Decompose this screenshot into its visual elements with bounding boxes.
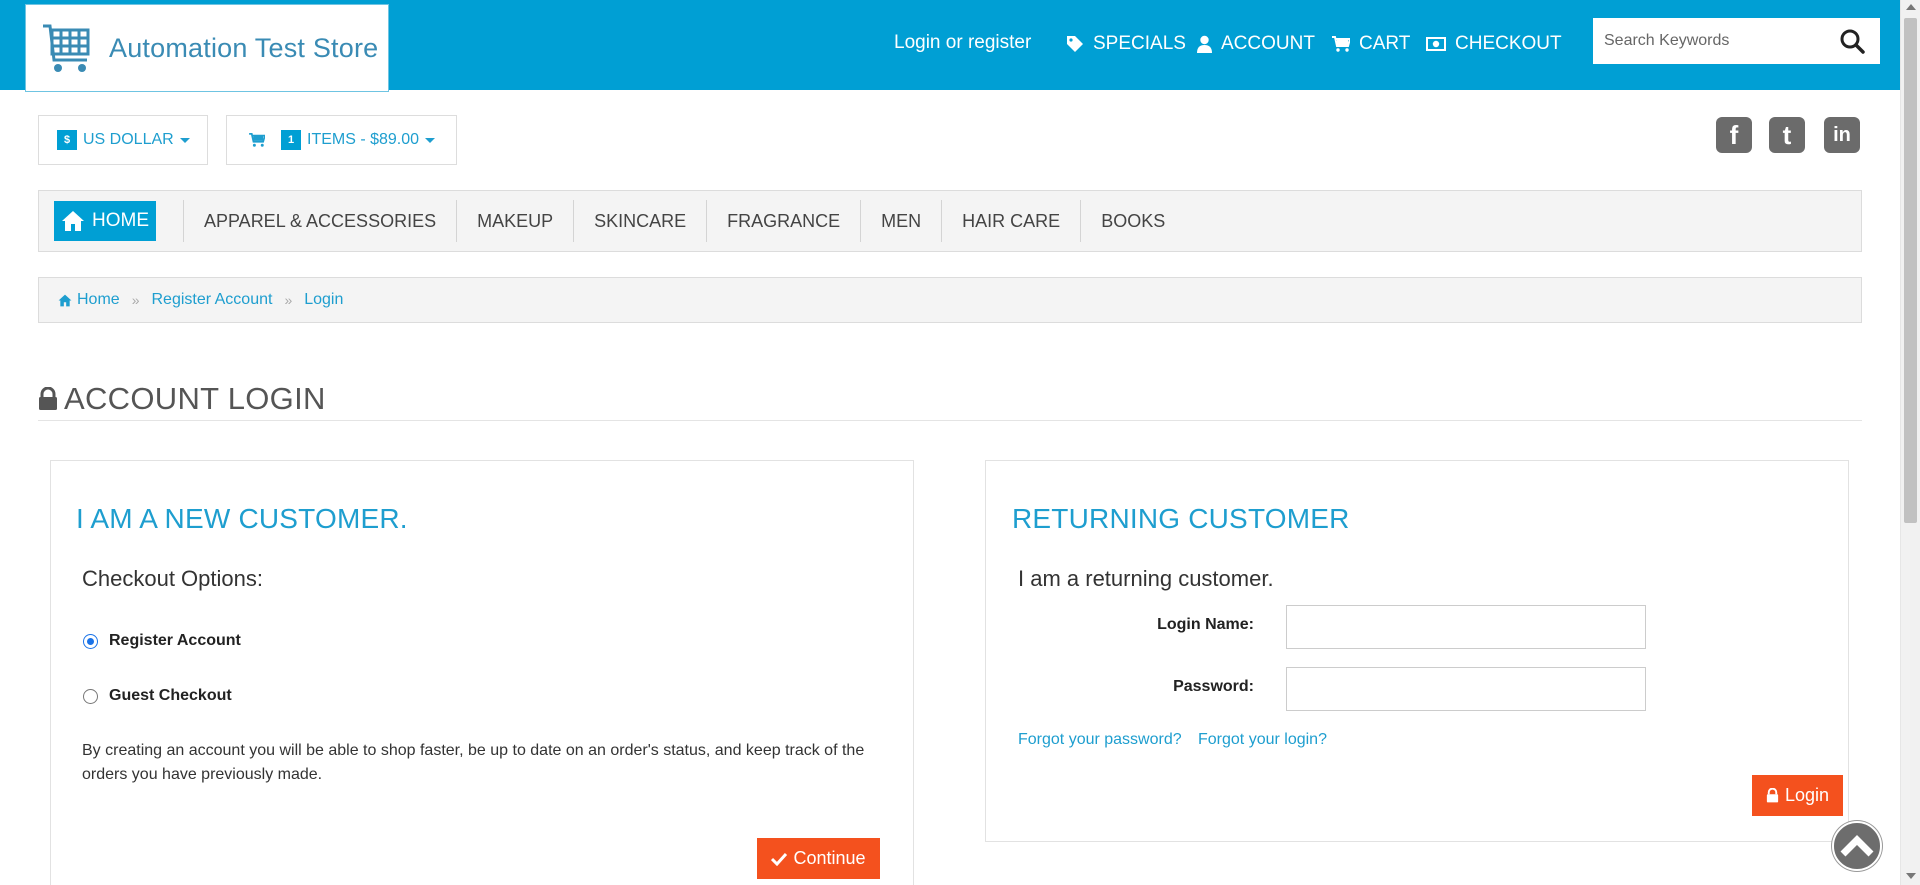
breadcrumb-home[interactable]: Home <box>58 291 120 309</box>
nav-cart-label: CART <box>1359 33 1411 54</box>
category-apparel[interactable]: APPAREL & ACCESSORIES <box>183 200 456 242</box>
cart-summary-label: ITEMS - $89.00 <box>307 131 420 148</box>
check-icon <box>771 852 788 866</box>
category-men[interactable]: MEN <box>860 200 941 242</box>
category-nav: HOME APPAREL & ACCESSORIES MAKEUP SKINCA… <box>38 190 1862 252</box>
page-title: ACCOUNT LOGIN <box>38 381 326 417</box>
chevron-up-icon <box>1840 835 1874 857</box>
search-icon <box>1840 29 1865 54</box>
back-to-top-button[interactable] <box>1832 821 1882 871</box>
new-customer-panel: I AM A NEW CUSTOMER. Checkout Options: R… <box>50 460 914 885</box>
breadcrumb-login[interactable]: Login <box>304 291 343 309</box>
currency-dropdown[interactable]: $ US DOLLAR <box>38 115 208 165</box>
nav-account[interactable]: ACCOUNT <box>1197 33 1315 55</box>
register-account-label: Register Account <box>109 632 241 649</box>
user-icon <box>1197 35 1212 53</box>
money-icon <box>1426 37 1446 51</box>
linkedin-icon: in <box>1833 123 1851 146</box>
cart-summary-dropdown[interactable]: 1 ITEMS - $89.00 <box>226 115 457 165</box>
page-title-text: ACCOUNT LOGIN <box>64 381 326 416</box>
title-divider <box>38 420 1862 421</box>
cart-icon <box>249 133 265 147</box>
login-button-label: Login <box>1784 785 1830 805</box>
top-header: Automation Test Store Login or register … <box>0 0 1900 92</box>
chevron-down-icon <box>179 137 190 143</box>
search-input[interactable] <box>1593 19 1829 63</box>
password-input[interactable] <box>1286 667 1646 711</box>
scroll-up-arrow-icon[interactable] <box>1906 4 1916 10</box>
currency-symbol: $ <box>57 130 77 150</box>
shopping-cart-logo-icon <box>43 24 90 72</box>
new-customer-description: By creating an account you will be able … <box>82 742 865 783</box>
cart-icon <box>1332 36 1350 52</box>
password-label: Password: <box>1173 678 1254 695</box>
search-box <box>1593 18 1880 64</box>
continue-label: Continue <box>793 848 866 868</box>
home-icon <box>58 294 72 306</box>
returning-customer-subheading: I am a returning customer. <box>1018 566 1274 591</box>
twitter-link[interactable]: t <box>1769 117 1805 153</box>
breadcrumb-register-account[interactable]: Register Account <box>151 291 272 309</box>
login-button[interactable]: Login <box>1752 775 1843 816</box>
facebook-icon: f <box>1729 119 1739 150</box>
nav-checkout[interactable]: CHECKOUT <box>1426 33 1562 55</box>
breadcrumb: Home » Register Account » Login <box>38 277 1862 323</box>
store-logo[interactable]: Automation Test Store <box>25 4 389 92</box>
category-skincare[interactable]: SKINCARE <box>573 200 706 242</box>
category-home-label: HOME <box>92 210 149 231</box>
lock-icon <box>39 387 57 410</box>
facebook-link[interactable]: f <box>1716 117 1752 153</box>
login-name-label: Login Name: <box>1157 616 1254 633</box>
cart-item-count: 1 <box>281 130 301 150</box>
nav-account-label: ACCOUNT <box>1221 33 1315 54</box>
category-books[interactable]: BOOKS <box>1080 200 1185 242</box>
forgot-password-link[interactable]: Forgot your password? <box>1018 731 1182 749</box>
guest-checkout-label: Guest Checkout <box>109 687 232 704</box>
scroll-thumb[interactable] <box>1904 18 1917 523</box>
nav-cart[interactable]: CART <box>1332 33 1410 55</box>
linkedin-link[interactable]: in <box>1824 117 1860 153</box>
register-account-radio[interactable] <box>83 633 98 649</box>
new-customer-heading: I AM A NEW CUSTOMER. <box>76 503 408 534</box>
chevron-down-icon <box>425 137 436 143</box>
breadcrumb-separator-icon: » <box>284 292 293 308</box>
category-makeup[interactable]: MAKEUP <box>456 200 573 242</box>
returning-customer-heading: RETURNING CUSTOMER <box>1012 503 1350 534</box>
forgot-login-link[interactable]: Forgot your login? <box>1198 731 1327 749</box>
scroll-down-arrow-icon[interactable] <box>1906 873 1916 879</box>
returning-customer-panel: RETURNING CUSTOMER I am a returning cust… <box>985 460 1849 842</box>
breadcrumb-home-label: Home <box>77 291 120 308</box>
search-button[interactable] <box>1829 18 1875 64</box>
register-account-option[interactable]: Register Account <box>83 632 241 650</box>
login-name-input[interactable] <box>1286 605 1646 649</box>
guest-checkout-radio[interactable] <box>83 688 98 704</box>
currency-label: US DOLLAR <box>83 131 174 148</box>
nav-checkout-label: CHECKOUT <box>1455 33 1562 54</box>
login-or-register-link[interactable]: Login or register <box>894 32 1031 54</box>
tag-icon <box>1067 36 1083 52</box>
breadcrumb-separator-icon: » <box>131 292 140 308</box>
home-icon <box>62 211 84 231</box>
lock-icon <box>1766 788 1779 803</box>
nav-specials[interactable]: SPECIALS <box>1066 33 1186 55</box>
checkout-options-label: Checkout Options: <box>82 566 263 591</box>
nav-specials-label: SPECIALS <box>1093 33 1186 54</box>
category-home[interactable]: HOME <box>54 201 156 241</box>
twitter-icon: t <box>1782 119 1792 150</box>
store-name: Automation Test Store <box>109 32 379 63</box>
guest-checkout-option[interactable]: Guest Checkout <box>83 687 232 705</box>
page-scrollbar[interactable] <box>1900 0 1920 885</box>
category-hair-care[interactable]: HAIR CARE <box>941 200 1080 242</box>
category-fragrance[interactable]: FRAGRANCE <box>706 200 860 242</box>
continue-button[interactable]: Continue <box>757 838 880 879</box>
